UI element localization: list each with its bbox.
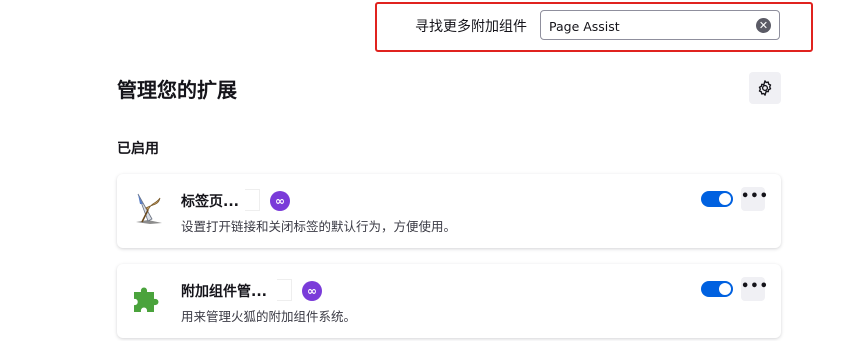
- enable-toggle[interactable]: [701, 191, 733, 207]
- clear-icon[interactable]: ✕: [756, 18, 771, 33]
- more-options-button[interactable]: •••: [741, 187, 768, 211]
- puzzle-piece-icon: [130, 280, 166, 316]
- quill-pen-icon: [130, 190, 166, 226]
- enable-toggle[interactable]: [701, 281, 733, 297]
- more-options-button[interactable]: •••: [741, 277, 768, 301]
- extension-description: 用来管理火狐的附加组件系统。: [181, 309, 357, 324]
- extension-name[interactable]: 标签页...: [181, 191, 239, 211]
- recommended-badge-icon: ∞: [270, 191, 290, 211]
- search-field[interactable]: ✕: [540, 10, 780, 40]
- section-title-enabled: 已启用: [117, 141, 159, 157]
- name-overflow-fade: [245, 189, 260, 211]
- search-input[interactable]: [549, 17, 749, 35]
- gear-icon: [758, 80, 772, 96]
- settings-button[interactable]: [749, 72, 781, 104]
- recommended-badge-icon: ∞: [302, 281, 322, 301]
- name-overflow-fade: [277, 279, 292, 301]
- extension-description: 设置打开链接和关闭标签的默认行为，方便使用。: [181, 219, 457, 234]
- extension-card[interactable]: 附加组件管... ∞ 用来管理火狐的附加组件系统。 •••: [117, 264, 781, 338]
- search-label: 寻找更多附加组件: [415, 19, 527, 35]
- page-title: 管理您的扩展: [117, 78, 237, 102]
- extension-name[interactable]: 附加组件管...: [181, 281, 267, 301]
- extension-card[interactable]: 标签页... ∞ 设置打开链接和关闭标签的默认行为，方便使用。 •••: [117, 174, 781, 248]
